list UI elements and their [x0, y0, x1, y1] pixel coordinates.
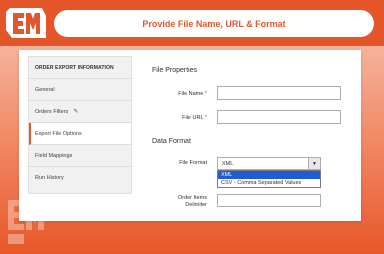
brand-logo: [6, 8, 46, 38]
file-name-label-text: File Name: [178, 91, 204, 97]
data-format-title: Data Format: [152, 138, 191, 145]
sidebar-item-label: Export File Options: [35, 130, 82, 137]
sidebar-item-label: Orders Filters: [35, 108, 69, 115]
file-url-input[interactable]: [217, 110, 341, 124]
sidebar-item-export-file-options[interactable]: Export File Options: [29, 123, 131, 145]
file-format-dropdown: XML CSV - Comma Separated Values: [217, 170, 321, 188]
page-title: Provide File Name, URL & Format: [142, 18, 286, 29]
chevron-down-icon[interactable]: ▼: [308, 158, 320, 169]
delimiter-input[interactable]: [217, 194, 321, 207]
page-title-pill: Provide File Name, URL & Format: [54, 10, 374, 37]
sidebar-item-orders-filters[interactable]: Orders Filters ✎: [29, 101, 131, 123]
sidebar-item-label: Field Mappings: [35, 152, 73, 159]
file-properties-title: File Properties: [152, 67, 198, 74]
sidebar-item-label: General: [35, 86, 55, 93]
required-mark: *: [204, 115, 207, 121]
delimiter-label-line1: Order Items: [177, 195, 207, 201]
sidebar-heading: ORDER EXPORT INFORMATION: [29, 57, 131, 79]
delimiter-label: Order Items Delimiter: [137, 195, 207, 209]
file-format-select[interactable]: XML ▼: [217, 157, 321, 170]
pencil-icon: ✎: [73, 109, 79, 115]
export-settings-card: ORDER EXPORT INFORMATION General Orders …: [19, 50, 361, 221]
file-name-label: File Name *: [137, 91, 207, 97]
file-format-selected-value: XML: [222, 160, 234, 167]
file-name-input[interactable]: [217, 86, 341, 100]
sidebar: ORDER EXPORT INFORMATION General Orders …: [28, 56, 132, 194]
sidebar-item-run-history[interactable]: Run History: [29, 167, 131, 189]
sidebar-item-field-mappings[interactable]: Field Mappings: [29, 145, 131, 167]
sidebar-item-general[interactable]: General: [29, 79, 131, 101]
dropdown-option-xml[interactable]: XML: [218, 171, 320, 179]
sidebar-item-label: Run History: [35, 175, 64, 181]
delimiter-label-line2: Delimiter: [185, 202, 207, 208]
file-url-label: File URL *: [137, 115, 207, 121]
file-format-label: File Format: [179, 160, 207, 166]
dropdown-option-csv[interactable]: CSV - Comma Separated Values: [218, 179, 320, 187]
file-url-label-text: File URL: [182, 115, 204, 121]
required-mark: *: [204, 91, 207, 97]
